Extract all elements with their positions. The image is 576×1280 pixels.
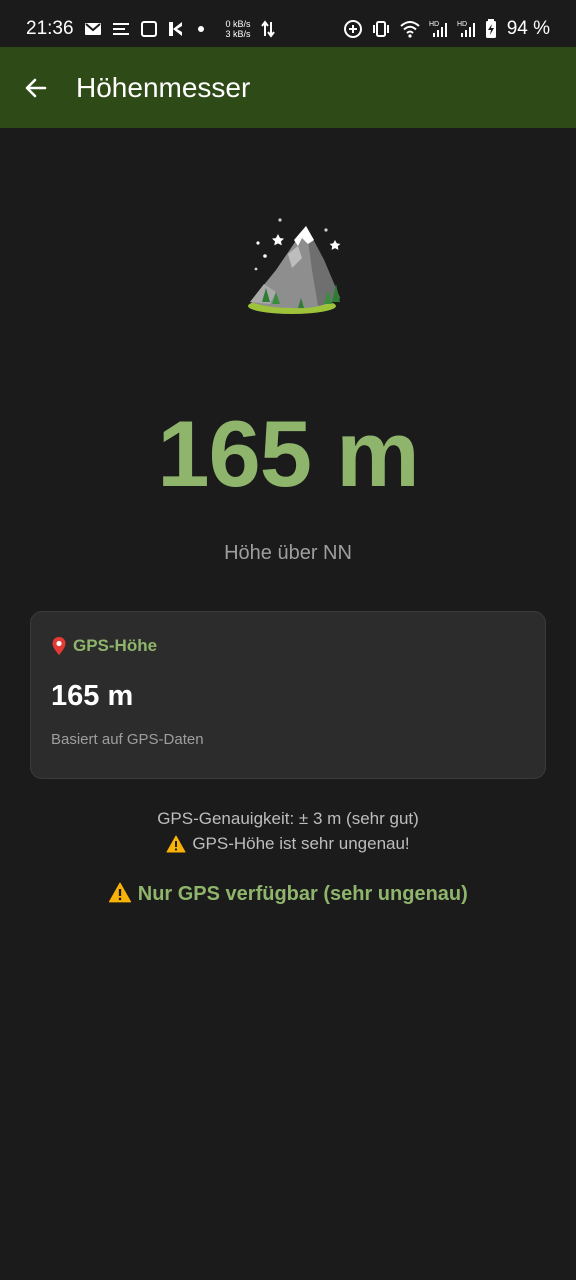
battery-percent: 94 % [506,18,550,39]
signal-hd-icon: HD [457,19,477,39]
notes-icon [112,21,130,37]
warning-icon [166,835,186,852]
dot-icon [194,22,208,36]
net-up-text: 0 kB/s [225,19,251,29]
card-value: 165 m [51,680,134,712]
pin-icon [52,637,66,655]
altitude-label: Höhe über NN [224,542,352,564]
signal-hd-icon: HD [429,19,449,39]
gps-height-card: GPS-Höhe 165 m Basiert auf GPS-Daten [30,611,546,779]
add-circle-icon [343,19,363,39]
card-subtitle: Basiert auf GPS-Daten [51,731,204,748]
altitude-value: 165 m [157,401,420,506]
status-time: 21:36 [26,18,74,39]
svg-text:HD: HD [429,21,439,28]
page-title: Höhenmesser [76,71,251,103]
net-down-text: 3 kB/s [225,29,251,39]
hero-illustration [0,210,576,320]
app-bar: Höhenmesser [0,47,576,128]
warning-line: GPS-Höhe ist sehr ungenau! [166,831,410,856]
square-icon [140,20,158,38]
mail-icon [84,21,102,37]
warning-text: GPS-Höhe ist sehr ungenau! [192,834,410,853]
back-button[interactable] [0,47,72,128]
battery-charging-icon [485,19,497,39]
arrow-left-icon [25,78,47,97]
warning-icon [109,882,132,903]
card-title: GPS-Höhe [73,636,158,655]
data-arrows-icon [260,20,275,38]
vibrate-icon [371,19,391,39]
wifi-icon [399,20,421,38]
accuracy-info: GPS-Genauigkeit: ± 3 m (sehr gut) GPS-Hö… [0,806,576,860]
card-header: GPS-Höhe [51,636,525,656]
gps-only-notice: Nur GPS verfügbar (sehr ungenau) [0,882,576,906]
svg-text:HD: HD [457,21,467,28]
k-app-icon [168,21,184,37]
mountain-icon [248,218,341,314]
network-speed: 0 kB/s 3 kB/s [226,19,251,39]
accuracy-text: GPS-Genauigkeit: ± 3 m (sehr gut) [157,809,419,828]
gps-only-text: Nur GPS verfügbar (sehr ungenau) [137,883,468,905]
